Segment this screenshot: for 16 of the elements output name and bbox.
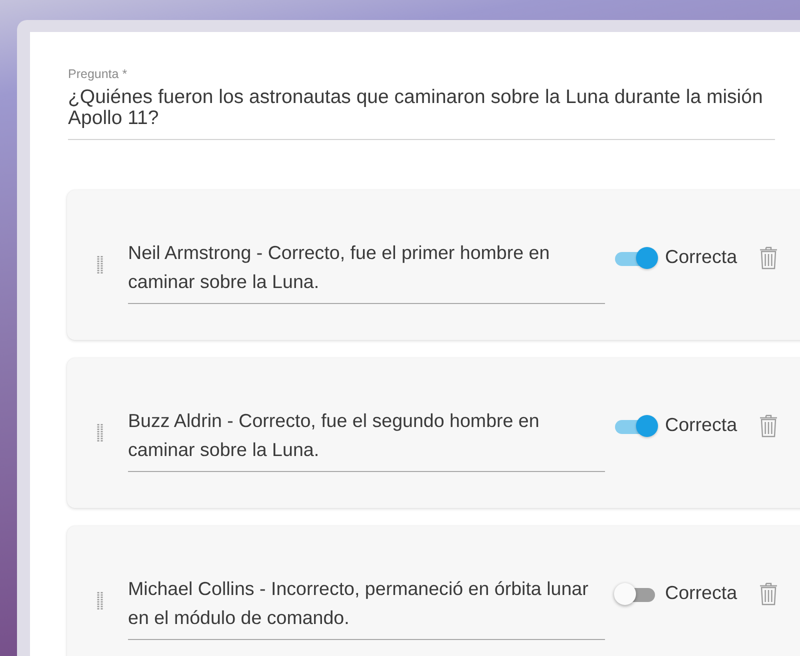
- toggle-label: Correcta: [665, 413, 738, 437]
- toggle-label: Correcta: [665, 245, 738, 269]
- answer-field[interactable]: Neil Armstrong - Correcto, fue el primer hombre en caminar sobre la Luna.: [128, 238, 605, 304]
- question-field[interactable]: ¿Quiénes fueron los astronautas que caminaron sobre la Luna durante la misión Apollo 11?: [68, 87, 775, 140]
- question-label: Pregunta *: [68, 67, 128, 81]
- correct-toggle[interactable]: [614, 415, 658, 437]
- answer-field[interactable]: Michael Collins - Incorrecto, permaneció en órbita lunar en el módulo de comando.: [128, 574, 605, 640]
- drag-handle-icon[interactable]: [97, 256, 103, 274]
- drag-handle-icon[interactable]: [97, 424, 103, 442]
- answer-field[interactable]: Buzz Aldrin - Correcto, fue el segundo hombre en caminar sobre la Luna.: [128, 406, 605, 472]
- correct-toggle[interactable]: [614, 247, 658, 269]
- trash-icon[interactable]: [759, 581, 778, 606]
- toggle-label: Correcta: [665, 581, 738, 605]
- trash-icon[interactable]: [759, 245, 778, 270]
- trash-icon[interactable]: [759, 413, 778, 438]
- drag-handle-icon[interactable]: [97, 592, 103, 610]
